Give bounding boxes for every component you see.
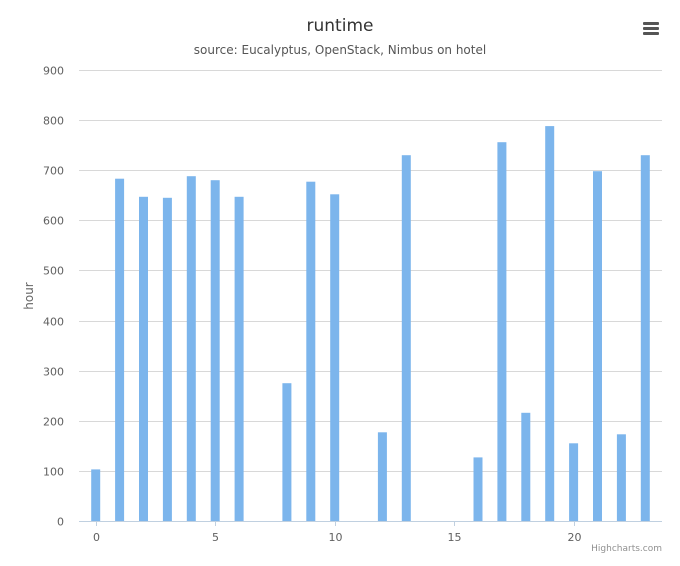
y-tick-label: 800 <box>43 115 64 128</box>
bar <box>377 432 387 521</box>
chart-container: runtime source: Eucalyptus, OpenStack, N… <box>0 0 680 566</box>
bar <box>91 469 101 521</box>
x-tick-label: 0 <box>93 531 100 544</box>
credits-link[interactable]: Highcharts.com <box>591 544 662 554</box>
y-tick-label: 100 <box>43 466 64 479</box>
plot-svg: 0 5 10 15 20 0 100 200 300 400 500 600 700 800 900 ho… <box>22 65 662 544</box>
y-tick-label: 500 <box>43 265 64 278</box>
bar <box>306 181 316 521</box>
bar <box>593 171 602 521</box>
bar <box>616 434 626 521</box>
y-tick-label: 400 <box>43 316 64 329</box>
y-tick-label: 700 <box>43 165 64 178</box>
bar <box>473 457 483 521</box>
bar <box>401 155 411 521</box>
x-axis: 0 5 10 15 20 <box>93 521 582 544</box>
x-tick-label: 20 <box>568 531 582 544</box>
bar <box>282 383 292 521</box>
y-tick-label: 900 <box>43 65 64 78</box>
x-tick-label: 15 <box>448 531 462 544</box>
bar <box>234 196 244 522</box>
y-tick-label: 600 <box>43 215 64 228</box>
bar <box>186 176 196 521</box>
bars <box>91 126 650 522</box>
bar <box>640 155 650 521</box>
bar <box>115 178 125 521</box>
bar <box>521 412 531 521</box>
bar <box>139 196 148 522</box>
x-tick-label: 5 <box>212 531 219 544</box>
bar <box>497 142 507 521</box>
bar <box>210 180 220 521</box>
bar <box>162 197 172 522</box>
bar <box>330 194 340 522</box>
y-axis-label: hour <box>22 282 36 310</box>
y-tick-label: 300 <box>43 366 64 379</box>
bar <box>569 443 579 521</box>
x-tick-label: 10 <box>329 531 343 544</box>
y-tick-label: 200 <box>43 416 64 429</box>
y-tick-label: 0 <box>57 516 64 529</box>
bar <box>545 126 555 521</box>
y-axis: 0 100 200 300 400 500 600 700 800 900 <box>43 65 64 529</box>
